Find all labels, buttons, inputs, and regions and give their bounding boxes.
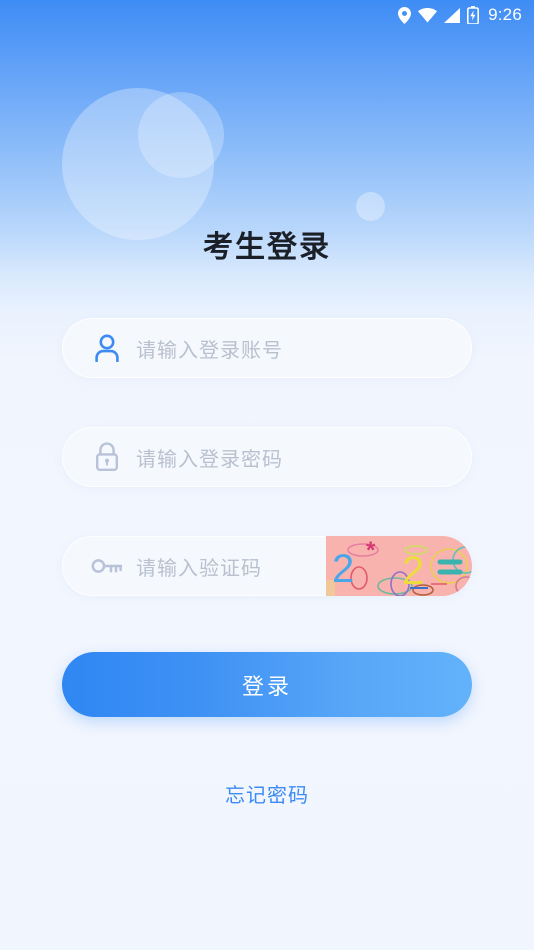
svg-text:2: 2	[402, 549, 424, 593]
page-title: 考生登录	[203, 231, 331, 264]
account-field[interactable]: 请输入登录账号	[62, 318, 472, 378]
location-pin-icon	[398, 6, 412, 24]
key-icon	[88, 557, 126, 575]
status-bar: 9:26	[0, 0, 534, 30]
decorative-circle-small	[356, 192, 385, 221]
password-field[interactable]: 请输入登录密码	[62, 427, 472, 487]
captcha-image[interactable]: 2 * 2	[326, 536, 472, 596]
lock-icon	[88, 442, 126, 472]
svg-text:2: 2	[332, 547, 354, 591]
decorative-circle-large	[62, 88, 214, 240]
login-button[interactable]: 登录	[62, 652, 472, 717]
decorative-circle-medium	[138, 92, 224, 178]
account-input-placeholder[interactable]: 请输入登录账号	[136, 334, 472, 363]
forgot-password-link[interactable]: 忘记密码	[0, 779, 534, 808]
password-input-placeholder[interactable]: 请输入登录密码	[136, 443, 472, 472]
svg-text:*: *	[366, 537, 376, 564]
person-icon	[88, 334, 126, 362]
wifi-icon	[418, 7, 438, 23]
captcha-field[interactable]: 请输入验证码 2 * 2	[62, 536, 472, 596]
signal-icon	[444, 7, 461, 23]
status-bar-time: 9:26	[488, 5, 522, 24]
battery-charging-icon	[467, 6, 480, 24]
login-form: 请输入登录账号 请输入登录密码 请输入验证码 2 * 2	[0, 318, 534, 596]
